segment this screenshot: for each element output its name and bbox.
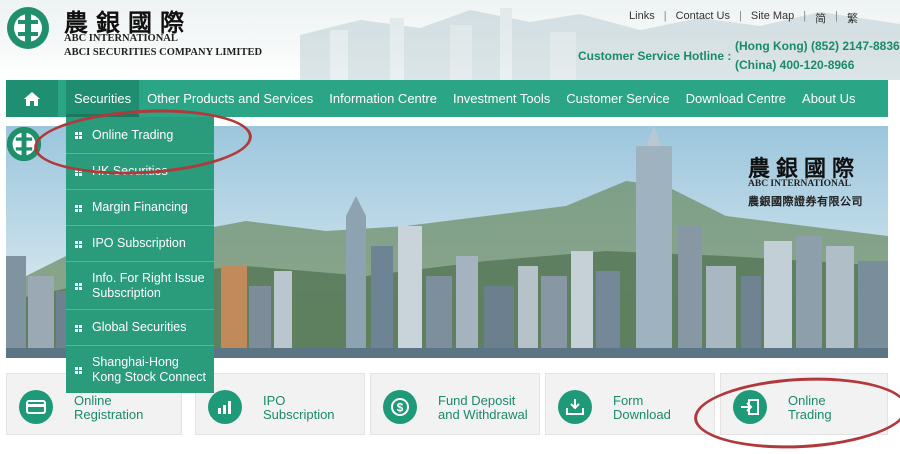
- menu-item-hk-securities[interactable]: HK Securities: [66, 153, 214, 189]
- logo-english-name: ABC INTERNATIONAL: [64, 33, 178, 44]
- menu-item-label: Info. For Right Issue Subscription: [92, 270, 205, 300]
- online-trading-label: Online Trading: [788, 393, 832, 422]
- banner-logo-chinese-sub: 農銀國際證券有限公司: [748, 195, 863, 208]
- contact-us-link[interactable]: Contact Us: [676, 10, 730, 26]
- traditional-chinese-link[interactable]: 繁: [847, 10, 858, 26]
- online-registration-label: Online Registration: [74, 393, 144, 422]
- menu-item-online-trading[interactable]: Online Trading: [66, 117, 214, 153]
- nav-about-us[interactable]: About Us: [794, 80, 863, 117]
- links-link[interactable]: Links: [629, 10, 655, 26]
- hotline-china: (China) 400-120-8966: [735, 58, 855, 72]
- menu-item-stock-connect[interactable]: Shanghai-Hong Kong Stock Connect: [66, 345, 214, 393]
- menu-item-label: HK Securities: [92, 164, 168, 178]
- abc-banner-logo-icon: [6, 126, 42, 162]
- nav-customer-service[interactable]: Customer Service: [558, 80, 677, 117]
- menu-item-label: Global Securities: [92, 320, 187, 334]
- menu-bullet-icon: [75, 204, 82, 212]
- separator: |: [739, 10, 742, 22]
- top-utility-links: Links | Contact Us | Site Map | 简 | 繁: [629, 10, 858, 26]
- form-download-label: Form Download: [613, 393, 671, 422]
- fund-deposit-card[interactable]: $ Fund Deposit and Withdrawal: [370, 373, 540, 435]
- home-button[interactable]: [6, 80, 58, 117]
- menu-item-right-issue-subscription[interactable]: Info. For Right Issue Subscription: [66, 261, 214, 309]
- dollar-icon: $: [383, 390, 417, 424]
- menu-bullet-icon: [75, 282, 82, 290]
- svg-text:$: $: [397, 401, 404, 415]
- login-icon: [733, 390, 767, 424]
- card-icon: [19, 390, 53, 424]
- logo-company-name: ABCI SECURITIES COMPANY LIMITED: [64, 47, 263, 58]
- menu-bullet-icon: [75, 324, 82, 332]
- securities-dropdown-menu: Online Trading HK Securities Margin Fina…: [66, 117, 214, 393]
- menu-item-ipo-subscription[interactable]: IPO Subscription: [66, 225, 214, 261]
- nav-investment-tools[interactable]: Investment Tools: [445, 80, 558, 117]
- bar-chart-icon: [208, 390, 242, 424]
- menu-item-label: Shanghai-Hong Kong Stock Connect: [92, 354, 206, 384]
- banner-logo-english: ABC INTERNATIONAL: [748, 179, 852, 189]
- menu-bullet-icon: [75, 132, 82, 139]
- online-trading-card[interactable]: Online Trading: [720, 373, 888, 435]
- separator: |: [803, 10, 807, 22]
- simplified-chinese-link[interactable]: 简: [815, 10, 826, 26]
- main-nav: Securities Other Products and Services I…: [6, 80, 888, 117]
- menu-bullet-icon: [75, 366, 82, 374]
- download-icon: [558, 390, 592, 424]
- nav-download-centre[interactable]: Download Centre: [678, 80, 794, 117]
- nav-information-centre[interactable]: Information Centre: [321, 80, 445, 117]
- separator: |: [835, 10, 838, 22]
- abc-logo-icon[interactable]: [6, 6, 50, 50]
- menu-item-label: Margin Financing: [92, 200, 188, 214]
- menu-item-label: Online Trading: [92, 127, 174, 142]
- site-header: 農銀國際 ABC INTERNATIONAL ABCI SECURITIES C…: [0, 0, 900, 80]
- menu-bullet-icon: [75, 240, 82, 248]
- ipo-subscription-label: IPO Subscription: [263, 393, 335, 422]
- hotline-hong-kong: (Hong Kong) (852) 2147-8836: [735, 39, 900, 53]
- site-map-link[interactable]: Site Map: [751, 10, 794, 26]
- ipo-subscription-card[interactable]: IPO Subscription: [195, 373, 365, 435]
- form-download-card[interactable]: Form Download: [545, 373, 715, 435]
- menu-item-label: IPO Subscription: [92, 236, 186, 250]
- hotline-label: Customer Service Hotline :: [578, 49, 732, 63]
- separator: |: [663, 10, 667, 22]
- fund-deposit-label: Fund Deposit and Withdrawal: [438, 393, 528, 422]
- nav-other-products[interactable]: Other Products and Services: [139, 80, 321, 117]
- menu-item-margin-financing[interactable]: Margin Financing: [66, 189, 214, 225]
- menu-item-global-securities[interactable]: Global Securities: [66, 309, 214, 345]
- nav-securities[interactable]: Securities: [66, 80, 140, 117]
- menu-bullet-icon: [75, 168, 82, 176]
- home-icon: [24, 91, 40, 106]
